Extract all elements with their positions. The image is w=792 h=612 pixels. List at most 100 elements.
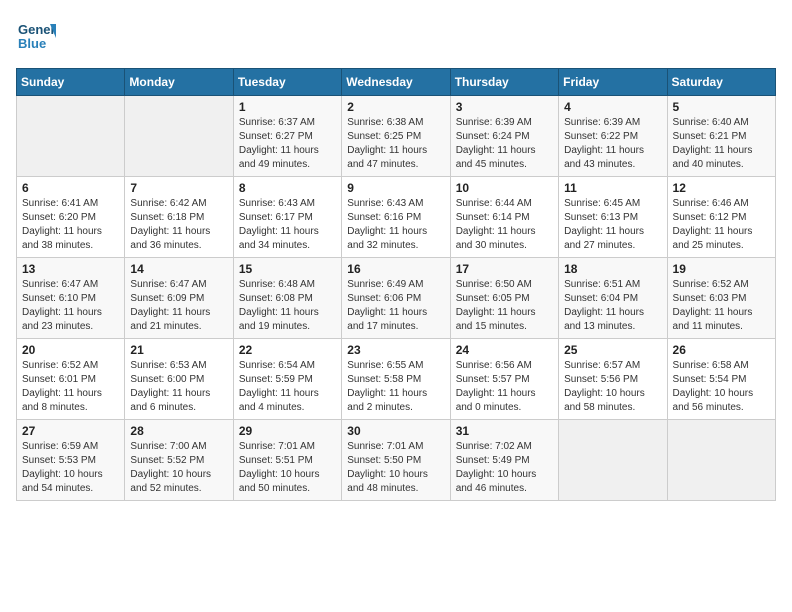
logo: General Blue xyxy=(16,16,56,56)
day-detail: Sunrise: 6:54 AM Sunset: 5:59 PM Dayligh… xyxy=(239,359,336,415)
day-detail: Sunrise: 6:37 AM Sunset: 6:27 PM Dayligh… xyxy=(239,116,336,172)
day-detail: Sunrise: 7:00 AM Sunset: 5:52 PM Dayligh… xyxy=(130,440,227,496)
day-detail: Sunrise: 6:56 AM Sunset: 5:57 PM Dayligh… xyxy=(456,359,553,415)
day-detail: Sunrise: 6:49 AM Sunset: 6:06 PM Dayligh… xyxy=(347,278,444,334)
calendar-header: SundayMondayTuesdayWednesdayThursdayFrid… xyxy=(17,69,776,96)
day-detail: Sunrise: 6:39 AM Sunset: 6:22 PM Dayligh… xyxy=(564,116,661,172)
calendar-cell: 28 Sunrise: 7:00 AM Sunset: 5:52 PM Dayli… xyxy=(125,420,233,501)
day-detail: Sunrise: 6:39 AM Sunset: 6:24 PM Dayligh… xyxy=(456,116,553,172)
day-number: 6 xyxy=(22,181,119,195)
day-detail: Sunrise: 6:48 AM Sunset: 6:08 PM Dayligh… xyxy=(239,278,336,334)
day-detail: Sunrise: 6:47 AM Sunset: 6:10 PM Dayligh… xyxy=(22,278,119,334)
day-detail: Sunrise: 6:58 AM Sunset: 5:54 PM Dayligh… xyxy=(673,359,770,415)
day-detail: Sunrise: 6:40 AM Sunset: 6:21 PM Dayligh… xyxy=(673,116,770,172)
calendar-cell xyxy=(559,420,667,501)
day-number: 19 xyxy=(673,262,770,276)
header-cell-wednesday: Wednesday xyxy=(342,69,450,96)
calendar-cell: 19 Sunrise: 6:52 AM Sunset: 6:03 PM Dayli… xyxy=(667,258,775,339)
day-detail: Sunrise: 6:46 AM Sunset: 6:12 PM Dayligh… xyxy=(673,197,770,253)
calendar-cell: 17 Sunrise: 6:50 AM Sunset: 6:05 PM Dayli… xyxy=(450,258,558,339)
day-detail: Sunrise: 6:44 AM Sunset: 6:14 PM Dayligh… xyxy=(456,197,553,253)
day-detail: Sunrise: 6:51 AM Sunset: 6:04 PM Dayligh… xyxy=(564,278,661,334)
day-number: 21 xyxy=(130,343,227,357)
day-number: 14 xyxy=(130,262,227,276)
header-cell-monday: Monday xyxy=(125,69,233,96)
day-number: 5 xyxy=(673,100,770,114)
day-number: 8 xyxy=(239,181,336,195)
day-detail: Sunrise: 6:59 AM Sunset: 5:53 PM Dayligh… xyxy=(22,440,119,496)
calendar-cell: 20Sunrise: 6:52 AM Sunset: 6:01 PM Dayli… xyxy=(17,339,125,420)
day-detail: Sunrise: 7:01 AM Sunset: 5:51 PM Dayligh… xyxy=(239,440,336,496)
day-number: 25 xyxy=(564,343,661,357)
header-cell-saturday: Saturday xyxy=(667,69,775,96)
day-detail: Sunrise: 6:43 AM Sunset: 6:17 PM Dayligh… xyxy=(239,197,336,253)
calendar-cell: 11 Sunrise: 6:45 AM Sunset: 6:13 PM Dayli… xyxy=(559,177,667,258)
calendar-week-4: 20Sunrise: 6:52 AM Sunset: 6:01 PM Dayli… xyxy=(17,339,776,420)
calendar-table: SundayMondayTuesdayWednesdayThursdayFrid… xyxy=(16,68,776,501)
header-row: SundayMondayTuesdayWednesdayThursdayFrid… xyxy=(17,69,776,96)
day-number: 4 xyxy=(564,100,661,114)
day-detail: Sunrise: 6:53 AM Sunset: 6:00 PM Dayligh… xyxy=(130,359,227,415)
logo-icon: General Blue xyxy=(16,16,56,56)
calendar-cell: 18Sunrise: 6:51 AM Sunset: 6:04 PM Dayli… xyxy=(559,258,667,339)
calendar-cell: 26Sunrise: 6:58 AM Sunset: 5:54 PM Dayli… xyxy=(667,339,775,420)
header-cell-thursday: Thursday xyxy=(450,69,558,96)
day-number: 31 xyxy=(456,424,553,438)
calendar-week-1: 1Sunrise: 6:37 AM Sunset: 6:27 PM Daylig… xyxy=(17,96,776,177)
calendar-cell: 15 Sunrise: 6:48 AM Sunset: 6:08 PM Dayli… xyxy=(233,258,341,339)
page-header: General Blue xyxy=(16,16,776,56)
calendar-cell: 29 Sunrise: 7:01 AM Sunset: 5:51 PM Dayli… xyxy=(233,420,341,501)
day-number: 24 xyxy=(456,343,553,357)
calendar-cell: 25 Sunrise: 6:57 AM Sunset: 5:56 PM Dayli… xyxy=(559,339,667,420)
day-detail: Sunrise: 6:50 AM Sunset: 6:05 PM Dayligh… xyxy=(456,278,553,334)
day-detail: Sunrise: 6:45 AM Sunset: 6:13 PM Dayligh… xyxy=(564,197,661,253)
day-number: 11 xyxy=(564,181,661,195)
svg-text:Blue: Blue xyxy=(18,36,46,51)
day-number: 15 xyxy=(239,262,336,276)
day-detail: Sunrise: 6:38 AM Sunset: 6:25 PM Dayligh… xyxy=(347,116,444,172)
calendar-cell: 1Sunrise: 6:37 AM Sunset: 6:27 PM Daylig… xyxy=(233,96,341,177)
calendar-cell: 6 Sunrise: 6:41 AM Sunset: 6:20 PM Daylig… xyxy=(17,177,125,258)
calendar-cell: 31 Sunrise: 7:02 AM Sunset: 5:49 PM Dayli… xyxy=(450,420,558,501)
header-cell-sunday: Sunday xyxy=(17,69,125,96)
day-detail: Sunrise: 6:43 AM Sunset: 6:16 PM Dayligh… xyxy=(347,197,444,253)
day-number: 23 xyxy=(347,343,444,357)
calendar-cell: 21 Sunrise: 6:53 AM Sunset: 6:00 PM Dayli… xyxy=(125,339,233,420)
calendar-cell: 7Sunrise: 6:42 AM Sunset: 6:18 PM Daylig… xyxy=(125,177,233,258)
calendar-cell: 23 Sunrise: 6:55 AM Sunset: 5:58 PM Dayli… xyxy=(342,339,450,420)
calendar-cell: 22 Sunrise: 6:54 AM Sunset: 5:59 PM Dayli… xyxy=(233,339,341,420)
day-number: 13 xyxy=(22,262,119,276)
calendar-week-5: 27 Sunrise: 6:59 AM Sunset: 5:53 PM Dayli… xyxy=(17,420,776,501)
day-detail: Sunrise: 6:42 AM Sunset: 6:18 PM Dayligh… xyxy=(130,197,227,253)
day-number: 28 xyxy=(130,424,227,438)
calendar-cell: 9Sunrise: 6:43 AM Sunset: 6:16 PM Daylig… xyxy=(342,177,450,258)
day-number: 10 xyxy=(456,181,553,195)
day-number: 22 xyxy=(239,343,336,357)
day-detail: Sunrise: 6:41 AM Sunset: 6:20 PM Dayligh… xyxy=(22,197,119,253)
day-number: 16 xyxy=(347,262,444,276)
calendar-cell: 12Sunrise: 6:46 AM Sunset: 6:12 PM Dayli… xyxy=(667,177,775,258)
calendar-cell: 27 Sunrise: 6:59 AM Sunset: 5:53 PM Dayli… xyxy=(17,420,125,501)
calendar-cell xyxy=(125,96,233,177)
header-cell-tuesday: Tuesday xyxy=(233,69,341,96)
calendar-cell: 16 Sunrise: 6:49 AM Sunset: 6:06 PM Dayli… xyxy=(342,258,450,339)
day-detail: Sunrise: 6:55 AM Sunset: 5:58 PM Dayligh… xyxy=(347,359,444,415)
day-number: 30 xyxy=(347,424,444,438)
day-detail: Sunrise: 7:02 AM Sunset: 5:49 PM Dayligh… xyxy=(456,440,553,496)
calendar-week-2: 6 Sunrise: 6:41 AM Sunset: 6:20 PM Daylig… xyxy=(17,177,776,258)
day-number: 27 xyxy=(22,424,119,438)
calendar-cell: 14Sunrise: 6:47 AM Sunset: 6:09 PM Dayli… xyxy=(125,258,233,339)
calendar-cell: 5 Sunrise: 6:40 AM Sunset: 6:21 PM Daylig… xyxy=(667,96,775,177)
calendar-cell: 2 Sunrise: 6:38 AM Sunset: 6:25 PM Daylig… xyxy=(342,96,450,177)
header-cell-friday: Friday xyxy=(559,69,667,96)
calendar-cell xyxy=(667,420,775,501)
day-number: 29 xyxy=(239,424,336,438)
calendar-week-3: 13 Sunrise: 6:47 AM Sunset: 6:10 PM Dayli… xyxy=(17,258,776,339)
calendar-cell xyxy=(17,96,125,177)
calendar-cell: 4 Sunrise: 6:39 AM Sunset: 6:22 PM Daylig… xyxy=(559,96,667,177)
calendar-cell: 13 Sunrise: 6:47 AM Sunset: 6:10 PM Dayli… xyxy=(17,258,125,339)
day-number: 17 xyxy=(456,262,553,276)
day-detail: Sunrise: 6:52 AM Sunset: 6:03 PM Dayligh… xyxy=(673,278,770,334)
day-detail: Sunrise: 6:57 AM Sunset: 5:56 PM Dayligh… xyxy=(564,359,661,415)
day-number: 2 xyxy=(347,100,444,114)
